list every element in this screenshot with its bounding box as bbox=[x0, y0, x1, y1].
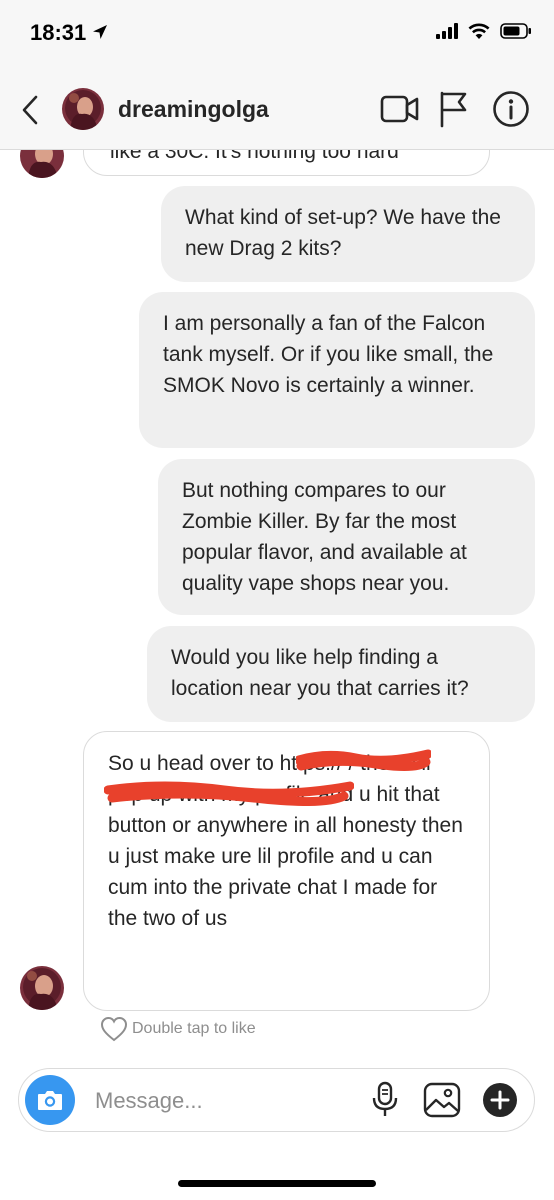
message-text: I am personally a fan of the Falcon tank… bbox=[163, 312, 494, 397]
conversation-header: dreamingolga bbox=[0, 70, 554, 150]
message-bubble-incoming[interactable]: So u head over to https:// / then it'll … bbox=[83, 731, 490, 1011]
home-indicator bbox=[178, 1180, 376, 1187]
like-hint-text: Double tap to like bbox=[132, 1020, 256, 1037]
sender-profile-photo bbox=[20, 966, 64, 1010]
camera-icon bbox=[38, 1091, 62, 1110]
status-time: 18:31 bbox=[30, 20, 87, 45]
status-bar: 18:31 bbox=[0, 0, 554, 70]
chevron-left-icon bbox=[22, 95, 38, 125]
message-text: But nothing compares to our Zombie Kille… bbox=[182, 479, 467, 595]
status-icons bbox=[436, 22, 532, 40]
like-hint[interactable]: Double tap to like bbox=[100, 1016, 256, 1042]
message-text: Would you like help finding a location n… bbox=[171, 646, 469, 700]
flag-icon[interactable] bbox=[438, 90, 470, 128]
message-bubble-outgoing[interactable]: Would you like help finding a location n… bbox=[147, 626, 535, 722]
camera-button[interactable] bbox=[25, 1075, 75, 1125]
heart-outline-icon bbox=[100, 1016, 128, 1042]
sender-avatar[interactable] bbox=[20, 150, 64, 178]
profile-photo bbox=[62, 88, 104, 130]
message-bubble-outgoing[interactable]: But nothing compares to our Zombie Kille… bbox=[158, 459, 535, 615]
message-composer bbox=[18, 1068, 535, 1132]
microphone-icon[interactable] bbox=[370, 1081, 400, 1119]
video-camera-icon[interactable] bbox=[380, 92, 420, 126]
message-text: So u head over to https:// / then it'll … bbox=[108, 752, 463, 930]
plus-circle-icon[interactable] bbox=[482, 1082, 518, 1118]
wifi-icon bbox=[468, 23, 490, 39]
battery-icon bbox=[500, 23, 531, 39]
image-gallery-icon[interactable] bbox=[423, 1082, 461, 1118]
sender-profile-photo bbox=[20, 150, 64, 178]
sender-avatar[interactable] bbox=[20, 966, 64, 1010]
message-input[interactable] bbox=[93, 1083, 357, 1119]
conversation-username[interactable]: dreamingolga bbox=[118, 96, 269, 123]
message-bubble-outgoing[interactable]: What kind of set-up? We have the new Dra… bbox=[161, 186, 535, 282]
message-bubble-outgoing[interactable]: I am personally a fan of the Falcon tank… bbox=[139, 292, 535, 448]
cellular-signal-icon bbox=[436, 23, 458, 39]
back-button[interactable] bbox=[14, 90, 46, 130]
info-icon[interactable] bbox=[492, 90, 530, 128]
message-text: like a 30C. It's nothing too hard bbox=[110, 150, 399, 163]
location-arrow-icon bbox=[93, 25, 107, 39]
message-text: What kind of set-up? We have the new Dra… bbox=[185, 206, 501, 260]
message-bubble-incoming[interactable]: like a 30C. It's nothing too hard bbox=[83, 150, 490, 176]
message-thread[interactable]: like a 30C. It's nothing too hard What k… bbox=[0, 150, 554, 1050]
avatar[interactable] bbox=[62, 88, 104, 130]
